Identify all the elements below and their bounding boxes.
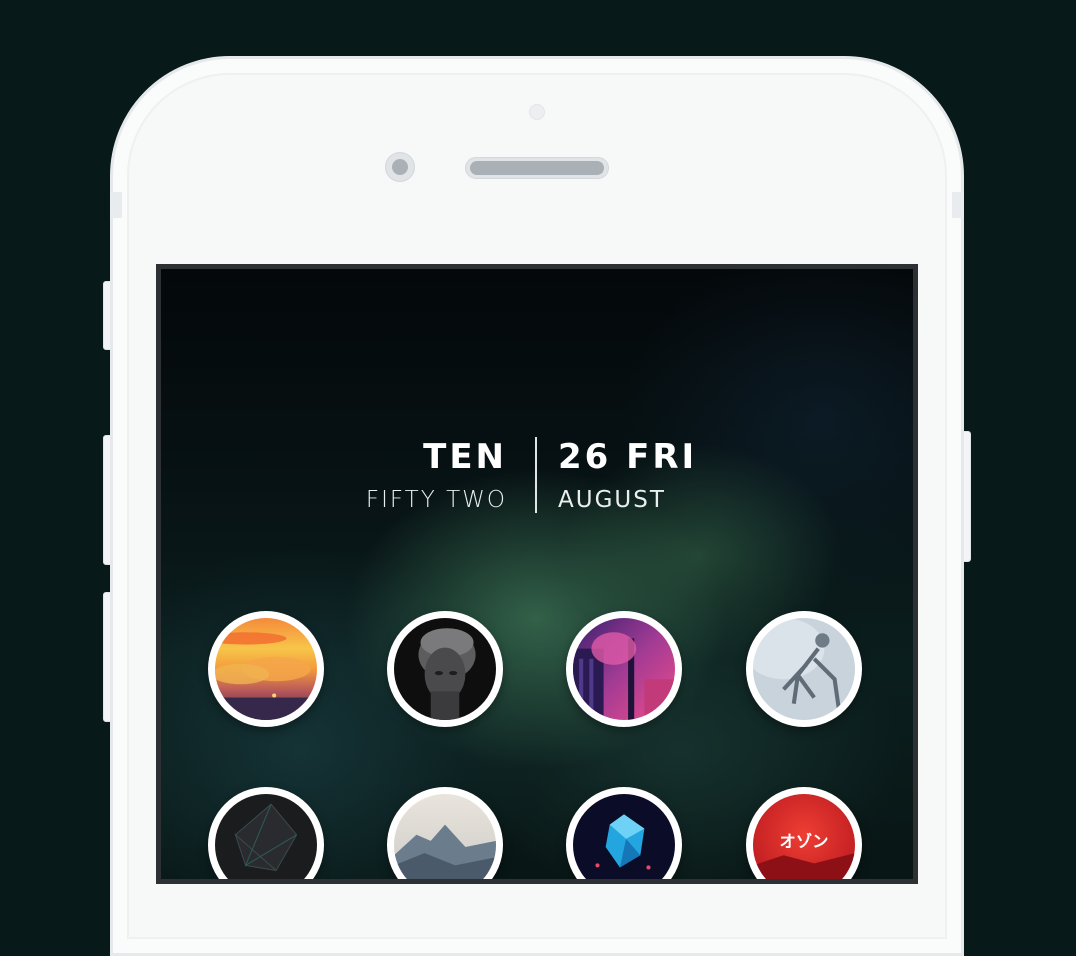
app-mountain[interactable] (387, 787, 503, 879)
sunset-clouds-icon (215, 618, 317, 720)
app-neon[interactable] (566, 611, 682, 727)
app-statue[interactable] (387, 611, 503, 727)
front-camera-icon (385, 152, 415, 182)
home-screen: TEN FIFTY TWO 26 FRI AUGUST オゾン (156, 264, 918, 884)
antenna-band (110, 192, 122, 218)
skeleton-figure-icon (753, 618, 855, 720)
clock-month: AUGUST (558, 487, 666, 513)
app-ozone[interactable]: オゾン (746, 787, 862, 879)
red-sun-icon: オゾン (753, 794, 855, 879)
neon-street-icon (573, 618, 675, 720)
dark-polygon-icon (215, 794, 317, 879)
proximity-sensor (529, 104, 545, 120)
app-ozone-label: オゾン (780, 832, 829, 851)
app-polygon[interactable] (208, 787, 324, 879)
earpiece-speaker (465, 157, 609, 179)
app-sunset[interactable] (208, 611, 324, 727)
blue-crystal-icon (573, 794, 675, 879)
mountain-peak-icon (394, 794, 496, 879)
clock-day-date: 26 FRI (558, 437, 698, 477)
clock-minute: FIFTY TWO (365, 487, 507, 513)
statue-head-icon (394, 618, 496, 720)
app-crystal[interactable] (566, 787, 682, 879)
antenna-band (952, 192, 964, 218)
clock-divider (535, 437, 537, 513)
app-skeleton[interactable] (746, 611, 862, 727)
clock-hour: TEN (423, 437, 507, 477)
